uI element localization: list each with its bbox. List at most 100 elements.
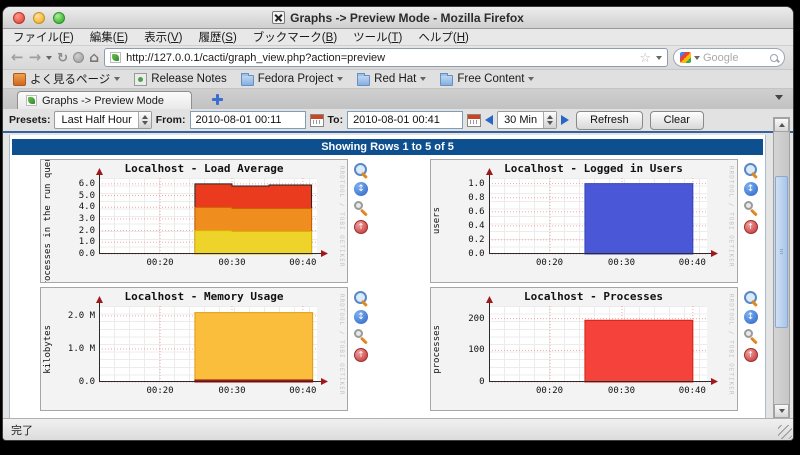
y-tick-label: 0.6	[445, 207, 485, 217]
forward-button-icon[interactable]	[29, 50, 42, 65]
bookmark-item-0[interactable]: よく見るページ	[13, 71, 120, 87]
menu-item-4[interactable]: ブックマーク(B)	[253, 29, 337, 45]
x-tick-label: 00:20	[138, 258, 182, 268]
menu-item-6[interactable]: ヘルプ(H)	[418, 29, 469, 45]
url-dropdown-icon[interactable]	[656, 56, 662, 60]
graph-actions	[354, 287, 368, 362]
y-tick-label: 1.0	[55, 237, 95, 247]
graph-source-icon[interactable]	[354, 182, 368, 196]
from-date-input[interactable]: 2010-08-01 00:11	[190, 111, 306, 129]
search-icon[interactable]	[770, 54, 778, 62]
csv-export-icon[interactable]	[744, 220, 758, 234]
page-content: Showing Rows 1 to 5 of 5 Localhost - Loa…	[9, 135, 766, 419]
zoom-icon[interactable]	[354, 291, 368, 305]
window-title-area: Graphs -> Preview Mode - Mozilla Firefox	[272, 11, 524, 25]
to-date-input[interactable]: 2010-08-01 00:41	[347, 111, 463, 129]
presets-select[interactable]: Last Half Hour	[54, 111, 151, 129]
minimize-window-button[interactable]	[33, 12, 45, 24]
y-tick-label: 2.0 M	[55, 311, 95, 321]
csv-export-icon[interactable]	[744, 348, 758, 362]
chevron-down-icon	[114, 77, 120, 81]
to-calendar-icon[interactable]	[467, 114, 481, 127]
select-stepper-icon[interactable]	[138, 112, 151, 128]
wrench-icon[interactable]	[354, 329, 368, 343]
bookmark-star-icon[interactable]	[639, 49, 651, 67]
graph-source-icon[interactable]	[744, 182, 758, 196]
y-tick-label: 0.2	[445, 235, 485, 245]
zoom-icon[interactable]	[354, 163, 368, 177]
list-all-tabs-icon[interactable]	[775, 95, 783, 100]
url-text[interactable]: http://127.0.0.1/cacti/graph_view.php?ac…	[126, 52, 634, 64]
scroll-up-icon[interactable]	[774, 118, 789, 132]
menu-item-5[interactable]: ツール(T)	[353, 29, 402, 45]
bookmark-item-4[interactable]: Free Content	[440, 73, 534, 86]
menu-item-2[interactable]: 表示(V)	[144, 29, 182, 45]
graph-cell-1: Localhost - Logged in Usersusers1.00.80.…	[388, 159, 766, 283]
menu-item-0[interactable]: ファイル(F)	[13, 29, 74, 45]
x-tick-label: 00:30	[210, 258, 254, 268]
y-axis-label-text: users	[432, 207, 442, 234]
search-box[interactable]: Google	[673, 48, 785, 67]
titlebar[interactable]: Graphs -> Preview Mode - Mozilla Firefox	[3, 7, 793, 29]
menu-item-1[interactable]: 編集(E)	[90, 29, 128, 45]
zoom-icon[interactable]	[744, 291, 758, 305]
page-favicon-placeholder-icon	[272, 11, 285, 24]
window-controls	[13, 12, 65, 24]
bookmark-label: Free Content	[457, 73, 524, 85]
tab-graphs-preview-mode[interactable]: Graphs -> Preview Mode	[17, 91, 192, 109]
resize-grip[interactable]	[778, 425, 792, 439]
close-window-button[interactable]	[13, 12, 25, 24]
tab-favicon	[26, 95, 37, 106]
graph-plot-area[interactable]	[489, 178, 707, 254]
vertical-scrollbar[interactable]	[773, 117, 790, 419]
shift-time-back-icon[interactable]	[485, 115, 493, 125]
csv-export-icon[interactable]	[354, 348, 368, 362]
x-tick-label: 00:30	[599, 386, 643, 396]
graph-panel-1: Localhost - Logged in Usersusers1.00.80.…	[430, 159, 738, 283]
refresh-button[interactable]: Refresh	[576, 111, 643, 130]
x-tick-label: 00:40	[281, 386, 325, 396]
select-stepper-icon[interactable]	[543, 112, 556, 128]
stop-icon[interactable]	[73, 52, 84, 63]
status-text: 完了	[11, 422, 33, 438]
history-dropdown-icon[interactable]	[46, 56, 52, 60]
reload-icon[interactable]	[57, 50, 68, 66]
folder-icon	[241, 75, 254, 86]
back-button-icon[interactable]	[11, 50, 24, 65]
home-icon[interactable]	[89, 50, 99, 66]
bookmarks-toolbar: よく見るページ Release Notes Fedora Project Red Ha…	[3, 70, 793, 89]
menu-item-3[interactable]: 履歴(S)	[198, 29, 236, 45]
graph-plot-area[interactable]	[99, 178, 317, 254]
search-input[interactable]: Google	[703, 52, 767, 64]
zoom-window-button[interactable]	[53, 12, 65, 24]
search-engine-dropdown-icon[interactable]	[694, 56, 700, 60]
google-logo-icon	[680, 52, 691, 63]
bookmark-item-1[interactable]: Release Notes	[134, 73, 226, 86]
shift-time-forward-icon[interactable]	[561, 115, 569, 125]
graph-cell-3: Localhost - Processesprocesses200100000:…	[388, 287, 766, 411]
interval-select[interactable]: 30 Min	[497, 111, 557, 129]
wrench-icon[interactable]	[744, 201, 758, 215]
clear-button[interactable]: Clear	[650, 111, 704, 130]
bookmark-item-3[interactable]: Red Hat	[357, 73, 426, 86]
from-calendar-icon[interactable]	[310, 114, 324, 127]
bookmark-item-2[interactable]: Fedora Project	[241, 73, 343, 86]
graph-plot-area[interactable]	[489, 306, 707, 382]
chevron-down-icon	[337, 77, 343, 81]
bookmark-label: よく見るページ	[30, 71, 110, 87]
new-tab-button[interactable]	[210, 92, 224, 106]
graph-source-icon[interactable]	[354, 310, 368, 324]
y-axis-label-text: processes in the run queue	[43, 159, 53, 283]
scroll-down-icon[interactable]	[774, 404, 789, 418]
url-bar[interactable]: http://127.0.0.1/cacti/graph_view.php?ac…	[104, 48, 668, 67]
presets-label: Presets:	[9, 114, 50, 126]
graph-plot-area[interactable]	[99, 306, 317, 382]
wrench-icon[interactable]	[744, 329, 758, 343]
graph-source-icon[interactable]	[744, 310, 758, 324]
csv-export-icon[interactable]	[354, 220, 368, 234]
scrollbar-thumb[interactable]	[775, 176, 788, 328]
wrench-icon[interactable]	[354, 201, 368, 215]
y-tick-label: 2.0	[55, 226, 95, 236]
zoom-icon[interactable]	[744, 163, 758, 177]
chevron-down-icon	[420, 77, 426, 81]
